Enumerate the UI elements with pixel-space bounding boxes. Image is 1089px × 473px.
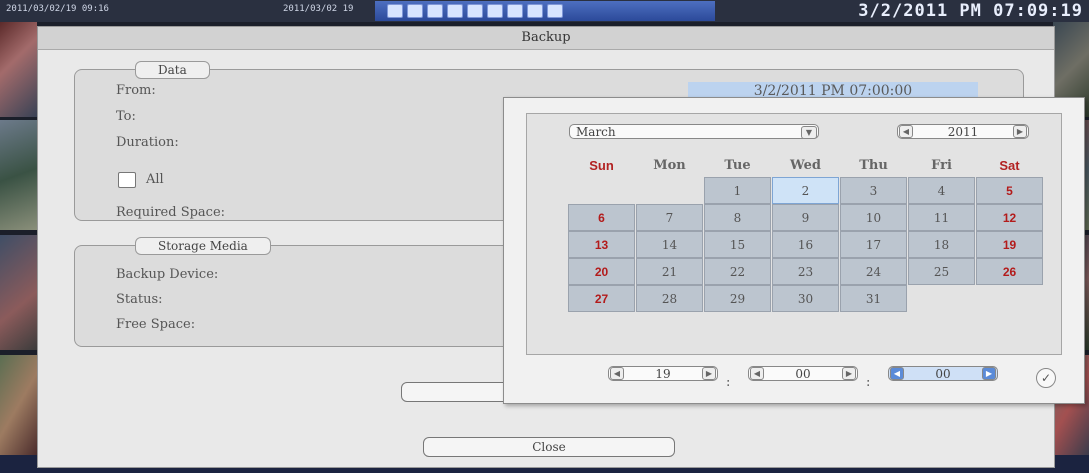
day-grid: 1 2 3 4 5 6 7 8 9 10 11 12 13 14 15 16 17 18 19 20 21 22 23 24 2… xyxy=(568,177,1044,313)
confirm-check-icon[interactable]: ✓ xyxy=(1036,368,1056,388)
weekday-label: Wed xyxy=(790,158,821,173)
year-stepper[interactable]: ◀ 2011 ▶ xyxy=(897,124,1029,139)
dialog-title: Backup xyxy=(38,27,1054,50)
calendar-day-cell[interactable]: 27 xyxy=(568,285,635,312)
camera-timestamp: 2011/03/02 19 xyxy=(283,4,354,14)
weekday-label: Sun xyxy=(589,158,614,173)
main-toolbar xyxy=(375,1,715,21)
calendar-day-cell[interactable]: 15 xyxy=(704,231,771,258)
lock-icon[interactable] xyxy=(387,4,403,18)
calendar-day-cell[interactable]: 24 xyxy=(840,258,907,285)
time-separator: : xyxy=(866,375,871,390)
calendar-day-cell[interactable]: 1 xyxy=(704,177,771,204)
calendar-day-cell[interactable]: 23 xyxy=(772,258,839,285)
calendar-day-cell[interactable]: 9 xyxy=(772,204,839,231)
duration-label: Duration: xyxy=(116,135,179,150)
hour-value: 19 xyxy=(655,366,671,381)
chevron-right-icon[interactable]: ▶ xyxy=(982,367,996,380)
setup-icon[interactable] xyxy=(507,4,523,18)
month-select[interactable]: March ▼ xyxy=(569,124,819,139)
calendar-day-cell[interactable]: 30 xyxy=(772,285,839,312)
minute-stepper[interactable]: ◀ 00 ▶ xyxy=(748,366,858,381)
calendar-day-cell[interactable]: 4 xyxy=(908,177,975,204)
time-separator: : xyxy=(726,375,731,390)
camera-tile xyxy=(0,235,37,350)
calendar-day-cell[interactable]: 19 xyxy=(976,231,1043,258)
required-space-label: Required Space: xyxy=(116,205,226,220)
close-button[interactable]: Close xyxy=(423,437,675,457)
weekday-label: Fri xyxy=(931,158,952,173)
chart-icon[interactable] xyxy=(527,4,543,18)
calendar-day-cell[interactable]: 25 xyxy=(908,258,975,285)
data-group-title: Data xyxy=(135,61,210,79)
calendar-day-cell[interactable]: 28 xyxy=(636,285,703,312)
status-label: Status: xyxy=(116,292,163,307)
second-value: 00 xyxy=(935,366,951,381)
weekday-label: Thu xyxy=(859,158,888,173)
weekday-label: Tue xyxy=(724,158,751,173)
backup-device-label: Backup Device: xyxy=(116,267,219,282)
chevron-left-icon[interactable]: ◀ xyxy=(890,367,904,380)
calendar-day-cell[interactable]: 26 xyxy=(976,258,1043,285)
calendar-day-cell[interactable]: 29 xyxy=(704,285,771,312)
second-stepper[interactable]: ◀ 00 ▶ xyxy=(888,366,998,381)
record-icon[interactable] xyxy=(467,4,483,18)
chevron-left-icon[interactable]: ◀ xyxy=(750,367,764,380)
calendar-day-cell[interactable]: 13 xyxy=(568,231,635,258)
calendar-day-cell[interactable]: 5 xyxy=(976,177,1043,204)
calendar-day-cell[interactable]: 21 xyxy=(636,258,703,285)
camera-tile xyxy=(0,22,37,117)
weekday-label: Mon xyxy=(653,158,686,173)
monitor-icon[interactable] xyxy=(427,4,443,18)
chevron-left-icon[interactable]: ◀ xyxy=(899,125,913,138)
month-select-value: March xyxy=(576,125,616,139)
system-clock: 3/2/2011 PM 07:09:19 xyxy=(858,1,1083,21)
top-status-bar: 2011/03/02/19 09:16 2011/03/02 19 3/2/20… xyxy=(0,0,1089,22)
camera-icon[interactable] xyxy=(447,4,463,18)
date-picker-popup: March ▼ ◀ 2011 ▶ Sun Mon Tue Wed Thu Fri… xyxy=(503,97,1085,404)
calendar-day-cell[interactable]: 2 xyxy=(772,177,839,204)
info-icon[interactable] xyxy=(407,4,423,18)
calendar-day-cell[interactable]: 6 xyxy=(568,204,635,231)
calendar-day-cell[interactable]: 7 xyxy=(636,204,703,231)
calendar-day-cell[interactable]: 14 xyxy=(636,231,703,258)
calendar-day-cell[interactable]: 10 xyxy=(840,204,907,231)
chevron-down-icon[interactable]: ▼ xyxy=(801,126,817,139)
hour-stepper[interactable]: ◀ 19 ▶ xyxy=(608,366,718,381)
calendar-day-cell[interactable]: 22 xyxy=(704,258,771,285)
calendar-day-cell[interactable]: 31 xyxy=(840,285,907,312)
calendar-day-cell[interactable]: 3 xyxy=(840,177,907,204)
calendar-day-cell[interactable]: 20 xyxy=(568,258,635,285)
chevron-right-icon[interactable]: ▶ xyxy=(702,367,716,380)
calendar-day-cell[interactable]: 11 xyxy=(908,204,975,231)
all-label: All xyxy=(146,172,164,187)
camera-tile xyxy=(0,355,37,455)
storage-media-group-title: Storage Media xyxy=(135,237,271,255)
free-space-label: Free Space: xyxy=(116,317,196,332)
calendar-day-cell[interactable]: 16 xyxy=(772,231,839,258)
chevron-right-icon[interactable]: ▶ xyxy=(1012,125,1027,138)
calendar-day-cell[interactable]: 17 xyxy=(840,231,907,258)
playback-icon[interactable] xyxy=(487,4,503,18)
minute-value: 00 xyxy=(795,366,811,381)
year-value: 2011 xyxy=(947,124,979,139)
from-label: From: xyxy=(116,83,156,98)
weekday-label: Sat xyxy=(999,158,1020,173)
calendar-day-cell[interactable]: 18 xyxy=(908,231,975,258)
camera-tile xyxy=(0,120,37,230)
calendar-day-cell[interactable]: 8 xyxy=(704,204,771,231)
signal-icon[interactable] xyxy=(547,4,563,18)
calendar-day-cell[interactable]: 12 xyxy=(976,204,1043,231)
chevron-right-icon[interactable]: ▶ xyxy=(842,367,856,380)
camera-timestamp: 2011/03/02/19 09:16 xyxy=(6,4,109,14)
chevron-left-icon[interactable]: ◀ xyxy=(610,367,624,380)
all-checkbox[interactable] xyxy=(118,172,136,188)
to-label: To: xyxy=(116,109,136,124)
